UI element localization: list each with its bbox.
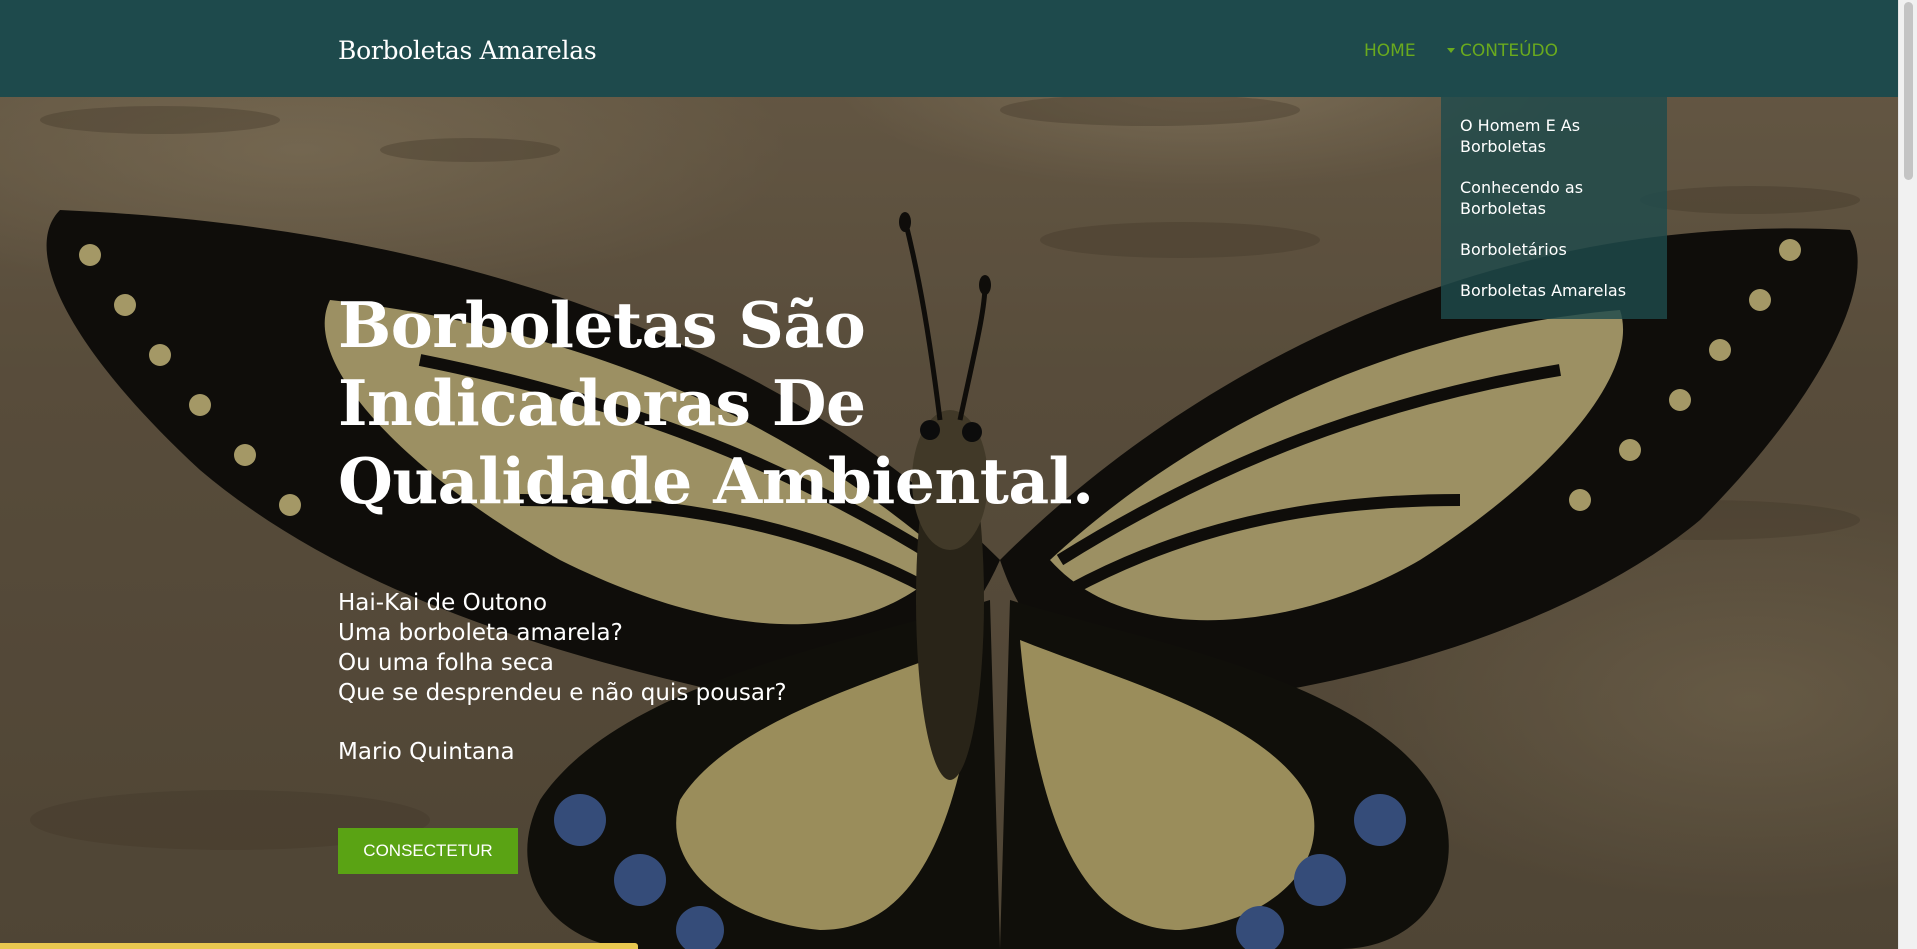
poem-text: Hai-Kai de Outono Uma borboleta amarela?… (338, 588, 787, 708)
nav-link-content-label: CONTEÚDO (1460, 41, 1559, 61)
nav-link-home[interactable]: HOME (1364, 41, 1416, 61)
bottom-accent-strip (0, 943, 638, 949)
dropdown-item-borboletas-amarelas[interactable]: Borboletas Amarelas (1441, 270, 1667, 311)
top-navbar: Borboletas Amarelas HOME CONTEÚDO (0, 0, 1898, 97)
scrollbar-thumb[interactable] (1904, 2, 1913, 180)
poem-author: Mario Quintana (338, 739, 515, 765)
vertical-scrollbar[interactable] (1898, 0, 1917, 949)
hero-headline: Borboletas São Indicadoras De Qualidade … (338, 288, 1094, 518)
dropdown-item-conhecendo-borboletas[interactable]: Conhecendo as Borboletas (1441, 167, 1667, 229)
brand-logo-text[interactable]: Borboletas Amarelas (338, 36, 597, 65)
dropdown-item-borboletarios[interactable]: Borboletários (1441, 229, 1667, 270)
dropdown-item-homem-borboletas[interactable]: O Homem E As Borboletas (1441, 105, 1667, 167)
poem-line: Hai-Kai de Outono (338, 590, 548, 616)
poem-line: Ou uma folha seca (338, 650, 554, 676)
page-viewport: Borboletas Amarelas HOME CONTEÚDO O Home… (0, 0, 1898, 949)
caret-down-icon (1447, 47, 1455, 53)
poem-line: Uma borboleta amarela? (338, 620, 623, 646)
content-dropdown-menu: O Homem E As Borboletas Conhecendo as Bo… (1441, 97, 1667, 319)
nav-link-content[interactable]: CONTEÚDO (1447, 41, 1558, 61)
consectetur-button[interactable]: CONSECTETUR (338, 828, 518, 874)
poem-line: Que se desprendeu e não quis pousar? (338, 680, 787, 706)
